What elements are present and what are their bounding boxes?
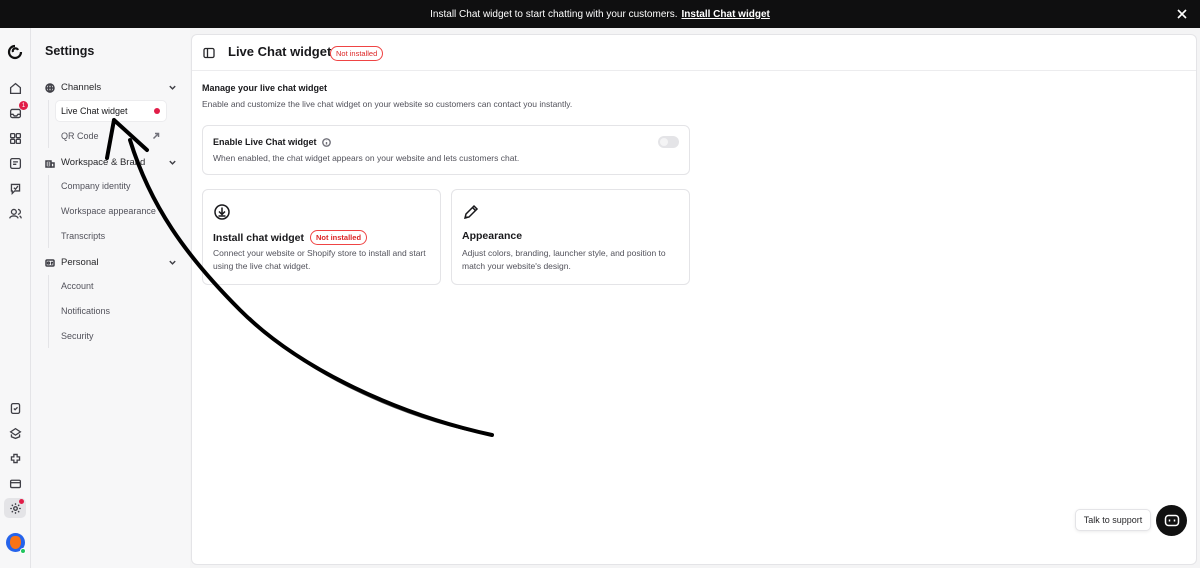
personal-icon bbox=[45, 258, 55, 267]
sidebar-item-transcripts[interactable]: Transcripts bbox=[56, 226, 166, 246]
page-header: Live Chat widget Not installed bbox=[192, 35, 1196, 71]
icon-rail: 1 bbox=[0, 28, 31, 568]
tree-line bbox=[48, 100, 49, 148]
sidebar-group-label: Personal bbox=[61, 257, 99, 268]
logo-icon[interactable] bbox=[7, 44, 23, 60]
enable-card-title-row: Enable Live Chat widget bbox=[213, 137, 331, 147]
sidebar-item-notifications[interactable]: Notifications bbox=[56, 301, 166, 321]
tasks-icon[interactable] bbox=[7, 400, 23, 416]
close-icon[interactable] bbox=[1174, 6, 1190, 22]
sidebar-item-workspace-appearance[interactable]: Workspace appearance bbox=[56, 201, 166, 221]
banner-text: Install Chat widget to start chatting wi… bbox=[430, 8, 678, 20]
settings-sidebar: Settings Channels Live Chat widget QR Co… bbox=[31, 28, 190, 568]
install-card-title: Install chat widget bbox=[213, 231, 305, 244]
sidebar-title: Settings bbox=[45, 44, 95, 58]
install-card-title-row: Install chat widget Not installed bbox=[213, 230, 368, 245]
enable-card-description: When enabled, the chat widget appears on… bbox=[213, 153, 520, 163]
install-card-description: Connect your website or Shopify store to… bbox=[213, 248, 426, 271]
main-panel: Live Chat widget Not installed Manage yo… bbox=[191, 34, 1197, 565]
talk-to-support-button[interactable]: Talk to support bbox=[1075, 509, 1151, 531]
appearance-card-title: Appearance bbox=[462, 230, 523, 242]
workspace-icon bbox=[45, 159, 55, 168]
appearance-card-description: Adjust colors, branding, launcher style,… bbox=[462, 248, 666, 271]
enable-widget-toggle[interactable] bbox=[658, 136, 679, 148]
contacts-icon[interactable] bbox=[7, 205, 23, 221]
external-link-icon bbox=[152, 132, 160, 140]
install-chat-widget-card[interactable]: Install chat widget Not installed Connec… bbox=[202, 189, 441, 285]
sidebar-item-company-identity[interactable]: Company identity bbox=[56, 176, 166, 196]
tickets-icon[interactable] bbox=[7, 155, 23, 171]
section-title: Manage your live chat widget bbox=[202, 83, 328, 93]
sidebar-group-label: Workspace & Brand bbox=[61, 157, 146, 168]
page-title: Live Chat widget bbox=[228, 44, 332, 59]
chat-launcher-button[interactable] bbox=[1156, 505, 1187, 536]
integrations-icon[interactable] bbox=[7, 450, 23, 466]
appearance-card[interactable]: Appearance Adjust colors, branding, laun… bbox=[451, 189, 690, 285]
enable-widget-card: Enable Live Chat widget When enabled, th… bbox=[202, 125, 690, 175]
enable-card-title: Enable Live Chat widget bbox=[213, 137, 317, 147]
tree-line bbox=[48, 175, 49, 248]
chat-icon bbox=[1164, 514, 1179, 526]
download-icon bbox=[214, 204, 230, 220]
online-status-dot bbox=[20, 548, 26, 554]
billing-icon[interactable] bbox=[7, 475, 23, 491]
chevron-down-icon bbox=[169, 85, 176, 90]
status-badge: Not installed bbox=[310, 230, 368, 245]
tree-line bbox=[48, 275, 49, 348]
install-banner: Install Chat widget to start chatting wi… bbox=[0, 0, 1200, 28]
install-widget-link[interactable]: Install Chat widget bbox=[682, 9, 770, 20]
sidebar-item-qr-code[interactable]: QR Code bbox=[56, 126, 166, 146]
conversations-icon[interactable] bbox=[7, 180, 23, 196]
chevron-down-icon bbox=[169, 160, 176, 165]
sidebar-group-personal[interactable]: Personal bbox=[45, 257, 177, 268]
sidebar-item-live-chat-widget[interactable]: Live Chat widget bbox=[56, 101, 166, 121]
sidebar-item-security[interactable]: Security bbox=[56, 326, 166, 346]
status-badge: Not installed bbox=[330, 46, 384, 61]
sidebar-group-workspace[interactable]: Workspace & Brand bbox=[45, 157, 177, 168]
home-icon[interactable] bbox=[7, 80, 23, 96]
not-installed-dot bbox=[154, 108, 160, 114]
chevron-down-icon bbox=[169, 260, 176, 265]
sidebar-toggle-icon[interactable] bbox=[203, 47, 215, 59]
channels-icon bbox=[45, 82, 55, 93]
knowledge-icon[interactable] bbox=[7, 425, 23, 441]
sidebar-group-label: Channels bbox=[61, 82, 102, 93]
settings-alert-dot bbox=[19, 499, 24, 504]
section-description: Enable and customize the live chat widge… bbox=[202, 99, 573, 109]
apps-grid-icon[interactable] bbox=[7, 130, 23, 146]
info-icon[interactable] bbox=[321, 137, 331, 147]
inbox-count-badge: 1 bbox=[19, 101, 28, 110]
sidebar-item-account[interactable]: Account bbox=[56, 276, 166, 296]
sidebar-group-channels[interactable]: Channels bbox=[45, 82, 177, 93]
paint-brush-icon bbox=[463, 204, 479, 220]
